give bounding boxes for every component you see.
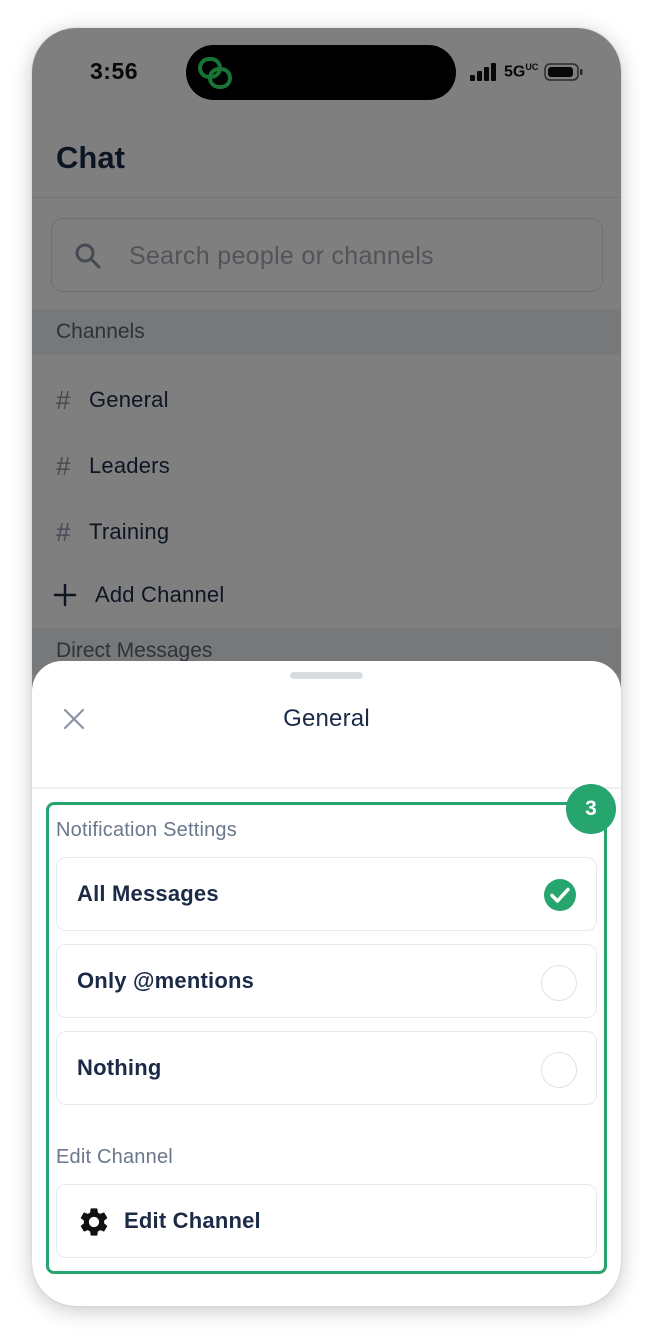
step-badge: 3	[566, 784, 616, 834]
edit-channel-button[interactable]: Edit Channel	[56, 1184, 597, 1258]
option-nothing[interactable]: Nothing	[56, 1031, 597, 1105]
option-all-messages[interactable]: All Messages	[56, 857, 597, 931]
option-label: Nothing	[77, 1055, 162, 1080]
radio-empty-icon	[541, 1052, 577, 1088]
divider	[32, 787, 621, 789]
channel-settings-sheet: General 3 Notification Settings All Mess…	[32, 661, 621, 1306]
edit-channel-label: Edit Channel	[124, 1208, 261, 1233]
option-only-mentions[interactable]: Only @mentions	[56, 944, 597, 1018]
edit-channel-section-label: Edit Channel	[56, 1146, 173, 1168]
sheet-grabber[interactable]	[290, 672, 363, 679]
check-circle-icon	[544, 879, 576, 911]
sheet-title: General	[283, 705, 370, 732]
option-label: Only @mentions	[77, 968, 255, 993]
notification-settings-label: Notification Settings	[56, 819, 237, 841]
gear-icon	[80, 1208, 108, 1236]
option-label: All Messages	[77, 881, 219, 906]
radio-empty-icon	[541, 965, 577, 1001]
phone-frame: 3:56 5GUC	[32, 28, 621, 1306]
